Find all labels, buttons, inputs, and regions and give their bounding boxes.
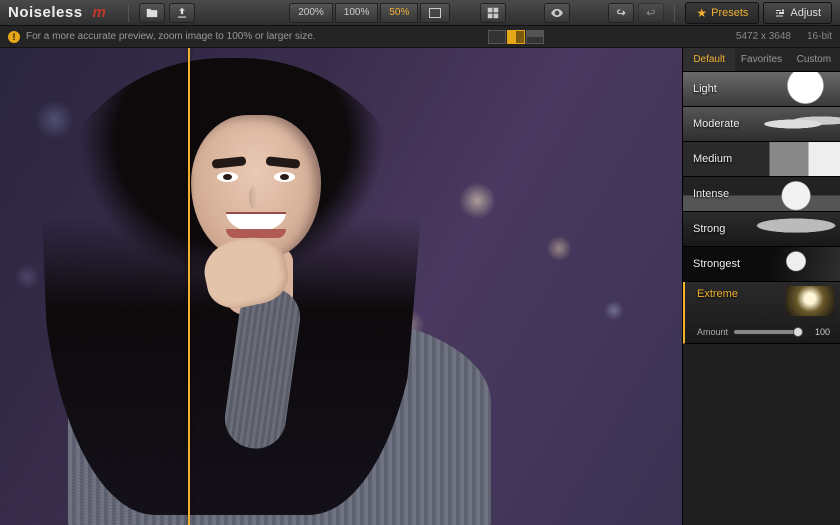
- compare-split-horizontal-button[interactable]: [526, 30, 544, 44]
- app-logo: m: [93, 4, 106, 21]
- folder-icon: [145, 6, 159, 20]
- presets-mode-label: Presets: [711, 7, 748, 19]
- image-canvas[interactable]: [0, 48, 682, 525]
- preset-intense[interactable]: Intense: [683, 177, 840, 212]
- preset-label: Extreme: [697, 288, 738, 300]
- top-toolbar: Noiseless m 200% 100% 50% ★ Presets Adju…: [0, 0, 840, 26]
- compare-single-button[interactable]: [488, 30, 506, 44]
- amount-slider[interactable]: [734, 330, 798, 334]
- eye-icon: [550, 6, 564, 20]
- star-icon: ★: [696, 6, 707, 20]
- zoom-200-button[interactable]: 200%: [289, 3, 333, 23]
- preset-moderate[interactable]: Moderate: [683, 107, 840, 142]
- fit-screen-icon: [429, 8, 441, 18]
- preset-strong[interactable]: Strong: [683, 212, 840, 247]
- subject-face: [191, 115, 321, 258]
- zoom-group: 200% 100% 50%: [289, 3, 450, 23]
- share-icon: [175, 6, 189, 20]
- export-button[interactable]: [169, 3, 195, 23]
- presets-mode-button[interactable]: ★ Presets: [685, 2, 759, 24]
- adjust-mode-label: Adjust: [790, 7, 821, 19]
- image-bit-depth: 16-bit: [807, 31, 832, 42]
- redo-icon: [644, 6, 658, 20]
- preset-extreme[interactable]: Extreme Amount 100: [683, 282, 840, 344]
- compare-mode-group: [488, 30, 544, 44]
- panel-tabs: Default Favorites Custom: [683, 48, 840, 72]
- tab-favorites[interactable]: Favorites: [735, 48, 787, 71]
- preset-label: Intense: [693, 188, 729, 200]
- quick-preview-button[interactable]: [544, 3, 570, 23]
- warning-icon: !: [8, 31, 20, 43]
- amount-slider-knob[interactable]: [793, 327, 803, 337]
- amount-row: Amount 100: [697, 327, 830, 337]
- preset-label: Strong: [693, 223, 725, 235]
- sliders-icon: [774, 7, 786, 19]
- preset-strongest[interactable]: Strongest: [683, 247, 840, 282]
- grid-icon: [486, 6, 500, 20]
- hint-text: For a more accurate preview, zoom image …: [26, 31, 316, 42]
- toolbar-separator: [674, 4, 675, 22]
- tab-default[interactable]: Default: [683, 48, 735, 71]
- amount-slider-fill: [734, 330, 798, 334]
- image-dimensions: 5472 x 3648: [736, 31, 791, 42]
- toolbar-separator: [128, 4, 129, 22]
- preset-list: Light Moderate Medium Intense Strong Str…: [683, 72, 840, 525]
- zoom-50-button[interactable]: 50%: [380, 3, 418, 23]
- compare-split-vertical-button[interactable]: [507, 30, 525, 44]
- preset-medium[interactable]: Medium: [683, 142, 840, 177]
- preset-light[interactable]: Light: [683, 72, 840, 107]
- app-title: Noiseless: [8, 4, 83, 21]
- histogram-button[interactable]: [480, 3, 506, 23]
- presets-panel: Default Favorites Custom Light Moderate …: [682, 48, 840, 525]
- undo-icon: [614, 6, 628, 20]
- open-button[interactable]: [139, 3, 165, 23]
- zoom-100-button[interactable]: 100%: [335, 3, 379, 23]
- before-after-divider[interactable]: [188, 48, 190, 525]
- preset-label: Light: [693, 83, 717, 95]
- redo-button[interactable]: [638, 3, 664, 23]
- preset-label: Moderate: [693, 118, 739, 130]
- amount-value: 100: [804, 327, 830, 337]
- zoom-fit-button[interactable]: [420, 3, 450, 23]
- preset-thumbnail: [786, 286, 834, 316]
- info-bar: ! For a more accurate preview, zoom imag…: [0, 26, 840, 48]
- preset-label: Strongest: [693, 258, 740, 270]
- undo-button[interactable]: [608, 3, 634, 23]
- adjust-mode-button[interactable]: Adjust: [763, 2, 832, 24]
- preset-label: Medium: [693, 153, 732, 165]
- tab-custom[interactable]: Custom: [788, 48, 840, 71]
- amount-label: Amount: [697, 327, 728, 337]
- main-area: Default Favorites Custom Light Moderate …: [0, 48, 840, 525]
